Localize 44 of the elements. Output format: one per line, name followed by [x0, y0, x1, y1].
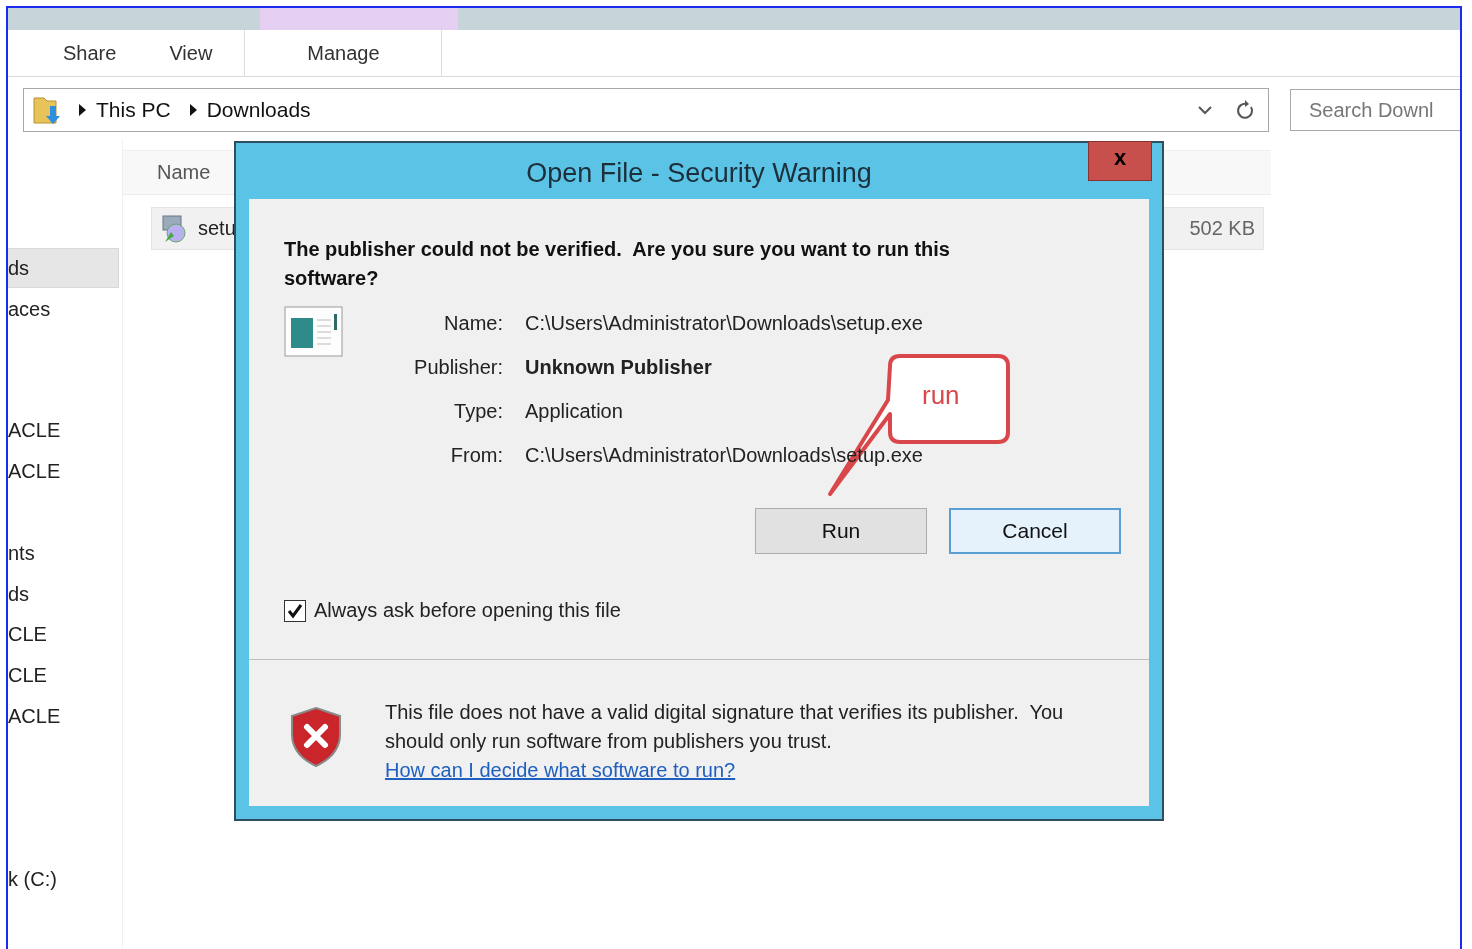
breadcrumb[interactable]: This PC: [96, 98, 171, 122]
sidebar-item[interactable]: k (C:): [8, 860, 118, 898]
address-bar[interactable]: This PC Downloads: [23, 88, 1269, 132]
ribbon-tab[interactable]: Share: [58, 30, 145, 76]
chevron-icon: [188, 104, 197, 116]
file-name: setu: [198, 217, 236, 240]
sidebar-item[interactable]: CLE: [8, 656, 118, 694]
ribbon-tab[interactable]: View: [164, 30, 241, 76]
folder-icon: [32, 94, 62, 126]
program-icon: [284, 306, 344, 358]
search-field[interactable]: Search Downl: [1290, 89, 1460, 131]
sidebar-item[interactable]: ACLE: [8, 452, 118, 490]
sidebar-item[interactable]: ACLE: [8, 697, 118, 735]
file-size: 502 KB: [1189, 217, 1255, 240]
sidebar-item[interactable]: aces: [8, 290, 118, 328]
shield-error-icon: [289, 706, 343, 768]
field-value: C:\Users\Administrator\Downloads\setup.exe: [525, 311, 923, 335]
warning-question: The publisher could not be verified. Are you sure you want to run this software?: [284, 237, 951, 291]
sidebar-item[interactable]: CLE: [8, 615, 118, 653]
chevron-icon: [78, 104, 86, 116]
sidebar-item[interactable]: ACLE: [8, 411, 118, 449]
breadcrumb[interactable]: Downloads: [206, 98, 311, 122]
signature-notice: This file does not have a valid digital signature that verifies its publisher. You should only run software from publishers you trust.: [385, 700, 1065, 754]
close-button[interactable]: x: [1088, 141, 1152, 181]
dialog-button[interactable]: Cancel: [949, 508, 1121, 554]
checkbox[interactable]: [284, 599, 306, 622]
sidebar-item[interactable]: ds: [8, 575, 118, 613]
sidebar-item[interactable]: nts: [8, 534, 118, 572]
help-link[interactable]: How can I decide what software to run?: [385, 759, 736, 781]
sidebar-item[interactable]: ds: [8, 249, 118, 287]
dialog-title: Open File - Security Warning: [526, 157, 872, 189]
dialog-button[interactable]: Run: [755, 508, 927, 554]
field-label: Type:: [453, 399, 503, 423]
column-header[interactable]: Name: [157, 161, 211, 184]
field-value: Application: [525, 399, 624, 423]
field-label: From:: [449, 443, 503, 467]
field-label: Publisher:: [413, 355, 503, 379]
field-value: Unknown Publisher: [525, 355, 713, 379]
callout-text: run: [922, 380, 960, 411]
field-label: Name:: [443, 311, 503, 335]
dropdown-icon[interactable]: [1198, 105, 1212, 115]
ribbon-tab[interactable]: Manage: [244, 30, 443, 76]
refresh-icon[interactable]: [1236, 99, 1256, 121]
checkbox-label[interactable]: Always ask before opening this file: [314, 599, 621, 622]
